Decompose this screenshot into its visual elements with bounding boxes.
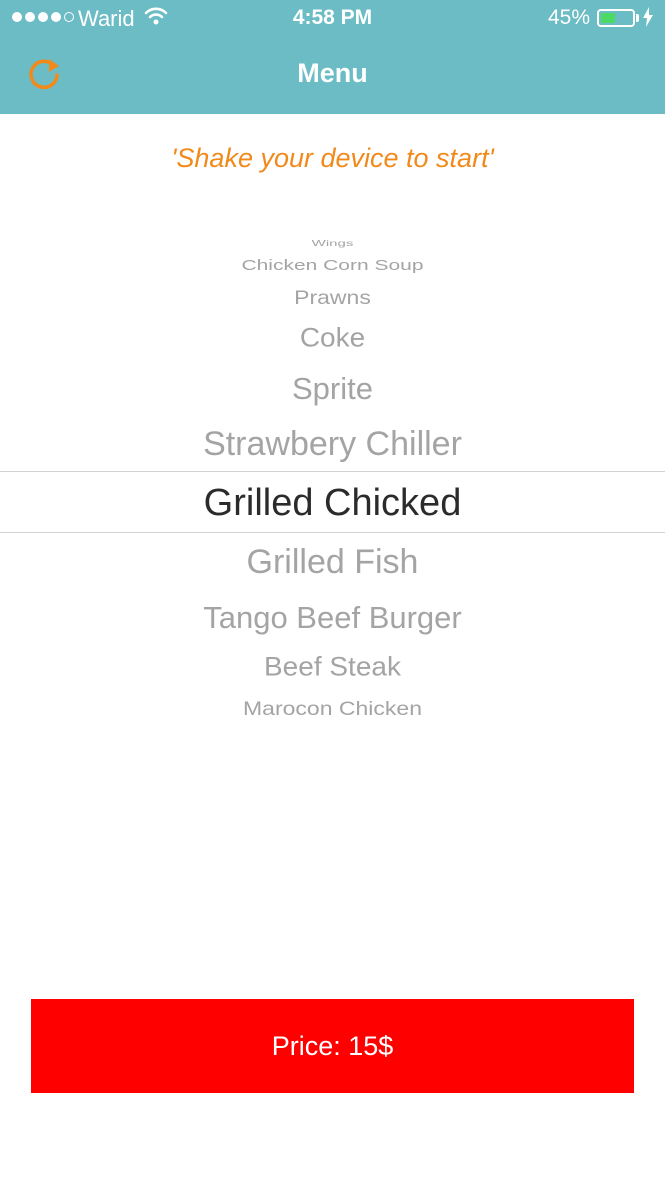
battery-tip <box>636 14 639 22</box>
picker-item[interactable]: Beef Steak <box>0 653 665 681</box>
picker-item[interactable]: Grilled Fish <box>0 545 665 579</box>
picker-item[interactable]: Tango Beef Burger <box>0 602 665 633</box>
price-button[interactable]: Price: 15$ <box>31 999 634 1093</box>
picker-item[interactable]: Chicken Corn Soup <box>0 257 665 272</box>
picker-selection-top-line <box>0 471 665 472</box>
shake-hint-text: 'Shake your device to start' <box>171 143 494 173</box>
menu-picker[interactable]: Wings Chicken Corn Soup Prawns Coke Sprite St… <box>0 225 665 725</box>
battery-icon <box>597 9 635 27</box>
page-title: Menu <box>297 58 368 88</box>
picker-item[interactable]: Prawns <box>0 287 665 307</box>
status-bar: Warid 4:58 PM 45% <box>0 0 665 40</box>
picker-item[interactable]: Strawbery Chiller <box>0 427 665 461</box>
picker-item[interactable]: Marocon Chicken <box>0 698 665 718</box>
battery-percentage: 45% <box>548 6 591 29</box>
picker-item[interactable]: Sprite <box>0 373 665 404</box>
picker-item[interactable]: Wings <box>0 239 665 247</box>
picker-item-selected[interactable]: Grilled Chicked <box>0 484 665 522</box>
charging-bolt-icon <box>643 7 653 27</box>
picker-selection-bottom-line <box>0 532 665 533</box>
picker-item[interactable]: Coke <box>0 324 665 352</box>
navigation-header: Warid 4:58 PM 45% Menu <box>0 0 665 114</box>
